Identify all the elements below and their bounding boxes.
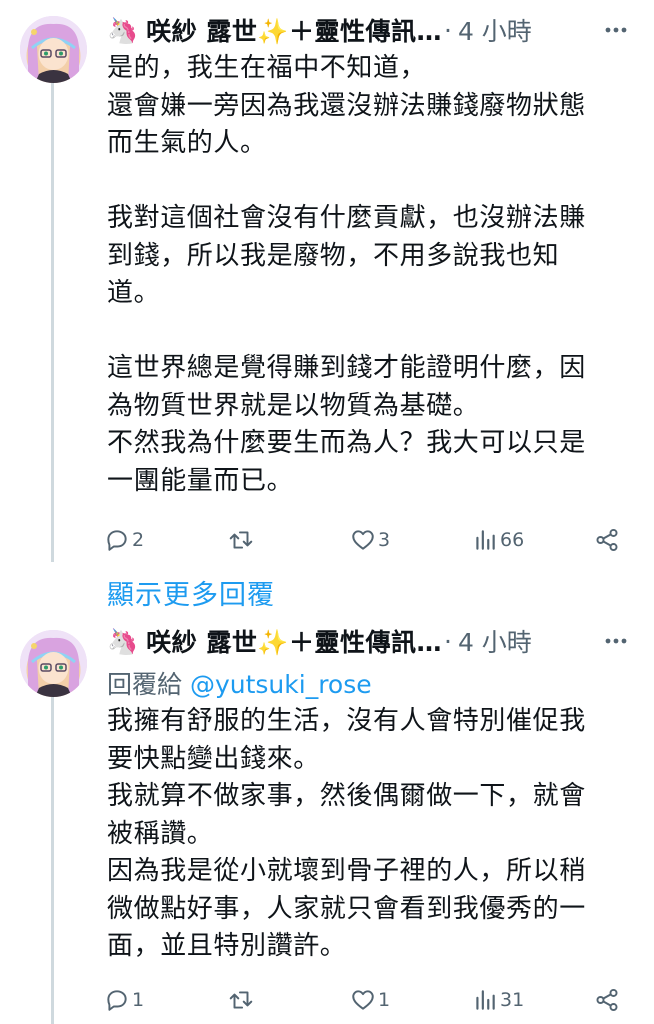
retweet-button[interactable] — [228, 982, 256, 1018]
unicorn-emoji-icon: 🦄 — [107, 626, 139, 656]
reply-count: 2 — [132, 529, 145, 551]
avatar[interactable] — [20, 16, 87, 83]
reply-icon — [107, 530, 127, 551]
replying-to: 回覆給 @yutsuki_rose — [107, 665, 372, 701]
like-button[interactable]: 1 — [350, 982, 390, 1018]
retweet-button[interactable] — [228, 522, 256, 558]
views-button[interactable]: 31 — [472, 982, 524, 1018]
views-count: 31 — [500, 989, 525, 1011]
views-count: 66 — [500, 529, 525, 551]
author-name[interactable]: 咲紗 露世✨＋靈性傳訊… — [146, 12, 442, 48]
show-more-replies-link[interactable]: 顯示更多回覆 — [107, 573, 275, 612]
views-icon — [476, 990, 495, 1010]
share-button[interactable] — [594, 522, 622, 558]
reply-icon — [107, 990, 127, 1011]
more-icon[interactable] — [598, 623, 634, 659]
views-button[interactable]: 66 — [472, 522, 524, 558]
action-bar: 2 3 66 — [104, 522, 628, 558]
tweet-header: 🦄 咲紗 露世✨＋靈性傳訊… · 4 小時 — [107, 10, 634, 50]
like-count: 1 — [378, 989, 391, 1011]
author-name[interactable]: 咲紗 露世✨＋靈性傳訊… — [146, 623, 442, 659]
retweet-icon — [229, 991, 253, 1009]
replying-to-label: 回覆給 — [107, 670, 190, 699]
tweet-text: 我擁有舒服的生活，沒有人會特別催促我 要快點變出錢來。 我就算不做家事，然後偶爾… — [107, 706, 586, 961]
reply-button[interactable]: 2 — [104, 522, 144, 558]
timestamp[interactable]: 4 小時 — [458, 623, 532, 659]
reply-button[interactable]: 1 — [104, 982, 144, 1018]
dot-separator: · — [443, 15, 452, 45]
share-icon — [596, 988, 618, 1012]
like-icon — [352, 530, 374, 550]
dot-separator: · — [443, 626, 452, 656]
unicorn-emoji-icon: 🦄 — [107, 15, 139, 45]
reply-thread: 🦄 咲紗 露世✨＋靈性傳訊… · 4 小時 是的，我生在福中不知道， 還會嫌一旁… — [0, 0, 654, 1024]
tweet[interactable]: 🦄 咲紗 露世✨＋靈性傳訊… · 4 小時 回覆給 @yutsuki_rose … — [0, 615, 654, 1024]
share-button[interactable] — [594, 982, 622, 1018]
reply-count: 1 — [132, 989, 145, 1011]
like-button[interactable]: 3 — [350, 522, 390, 558]
timestamp[interactable]: 4 小時 — [458, 12, 532, 48]
retweet-icon — [229, 531, 253, 549]
more-icon[interactable] — [598, 12, 634, 48]
views-icon — [476, 530, 495, 550]
action-bar: 1 1 31 — [104, 982, 628, 1018]
like-count: 3 — [378, 529, 391, 551]
replying-to-handle[interactable]: @yutsuki_rose — [190, 670, 372, 699]
share-icon — [596, 528, 618, 552]
avatar[interactable] — [20, 630, 87, 697]
tweet[interactable]: 🦄 咲紗 露世✨＋靈性傳訊… · 4 小時 是的，我生在福中不知道， 還會嫌一旁… — [0, 0, 654, 570]
tweet-header: 🦄 咲紗 露世✨＋靈性傳訊… · 4 小時 — [107, 621, 634, 661]
tweet-text: 是的，我生在福中不知道， 還會嫌一旁因為我還沒辦法賺錢廢物狀態 而生氣的人。 我… — [107, 53, 586, 496]
like-icon — [352, 990, 374, 1010]
